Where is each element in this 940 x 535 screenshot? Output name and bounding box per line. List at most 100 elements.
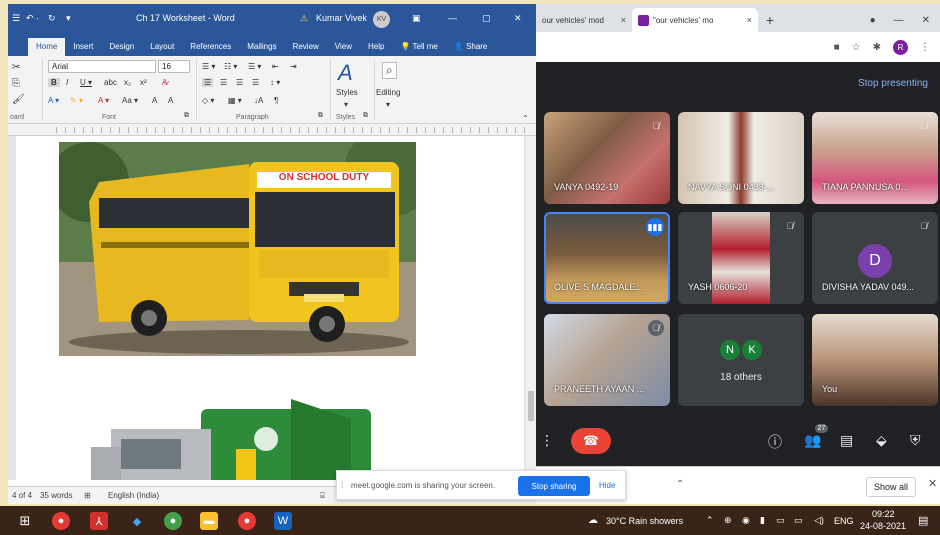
collapse-ribbon-icon[interactable]: ⌃ — [522, 114, 529, 123]
superscript-button[interactable]: x² — [140, 78, 147, 87]
tab-layout[interactable]: Layout — [142, 38, 182, 56]
participant-tile[interactable]: 🎙̸ VANYA 0492-19 — [544, 112, 670, 204]
participant-tile[interactable]: 🎙̸ TIANA PANNUSA 0... — [812, 112, 938, 204]
user-name[interactable]: Kumar Vivek — [316, 13, 367, 23]
maximize-icon[interactable]: ▢ — [482, 13, 491, 24]
tab-review[interactable]: Review — [285, 38, 327, 56]
align-left-icon[interactable]: ☰ — [202, 78, 214, 87]
font-dialog-launcher-icon[interactable]: ⧉ — [184, 112, 189, 120]
network-icon[interactable]: ▭ — [776, 515, 785, 526]
stop-presenting-button[interactable]: Stop presenting — [858, 78, 928, 89]
tab-home[interactable]: Home — [28, 38, 66, 56]
tray-app-icon[interactable]: ◉ — [742, 515, 750, 526]
battery-icon[interactable]: ▮ — [760, 515, 765, 526]
document-page[interactable]: ON SCHOOL DUTY — [16, 136, 524, 480]
user-avatar[interactable]: KV — [373, 11, 390, 28]
vertical-scrollbar[interactable] — [526, 136, 536, 480]
bullets-icon[interactable]: ☰ ▾ — [202, 62, 215, 71]
participant-tile[interactable]: 🎙̸ D DIVISHA YADAV 049... — [812, 212, 938, 304]
end-call-button[interactable]: ☎ — [571, 428, 611, 454]
autosave-icon[interactable]: ☰ — [12, 13, 20, 24]
word-taskbar-icon[interactable]: W — [274, 512, 292, 530]
paragraph-dialog-launcher-icon[interactable]: ⧉ — [318, 112, 323, 120]
chat-app-icon[interactable]: ● — [164, 512, 182, 530]
page-count[interactable]: 4 of 4 — [12, 491, 32, 500]
strikethrough-button[interactable]: abc — [104, 78, 117, 87]
align-center-icon[interactable]: ☰ — [220, 78, 227, 87]
share-button[interactable]: 👤 Share — [446, 38, 496, 56]
close-icon[interactable]: ✕ — [922, 15, 930, 26]
browser-tab-active[interactable]: "our vehicles' mo × — [632, 8, 758, 32]
sort-icon[interactable]: ↓A — [254, 96, 263, 105]
chat-icon[interactable]: ▤ — [840, 432, 853, 449]
editing-button-label[interactable]: Editing — [376, 88, 400, 97]
editing-dropdown-icon[interactable]: ▾ — [386, 100, 390, 109]
font-size-box[interactable]: 16 — [158, 60, 190, 73]
decrease-indent-icon[interactable]: ⇤ — [272, 62, 279, 71]
numbering-icon[interactable]: ☷ ▾ — [224, 62, 237, 71]
format-painter-icon[interactable]: 🖌 — [12, 94, 25, 105]
justify-icon[interactable]: ☰ — [252, 78, 259, 87]
bold-button[interactable]: B — [48, 78, 60, 87]
tab-references[interactable]: References — [182, 38, 239, 56]
align-right-icon[interactable]: ☰ — [236, 78, 243, 87]
browser-tab[interactable]: our vehicles' mod × — [536, 8, 632, 32]
bookmark-star-icon[interactable]: ☆ — [852, 42, 861, 53]
tell-me-search[interactable]: 💡 Tell me — [392, 38, 445, 56]
language-indicator[interactable]: ENG — [834, 516, 854, 526]
close-icon[interactable]: ✕ — [514, 13, 522, 24]
subscript-button[interactable]: x₂ — [124, 78, 131, 87]
self-tile[interactable]: You — [812, 314, 938, 406]
file-explorer-icon[interactable]: ▬ — [200, 512, 218, 530]
focus-mode-icon[interactable]: ⌸ — [320, 491, 325, 501]
copy-icon[interactable]: ⎘ — [12, 78, 20, 89]
school-bus-image[interactable]: ON SCHOOL DUTY — [59, 142, 416, 356]
pdf-app-icon[interactable]: ⅄ — [90, 512, 108, 530]
proofing-icon[interactable]: ⊞ — [84, 491, 91, 500]
chrome-menu-icon[interactable]: ⋮ — [920, 42, 930, 53]
multilevel-list-icon[interactable]: ☰ ▾ — [248, 62, 261, 71]
tab-close-icon[interactable]: × — [747, 15, 752, 25]
participant-tile[interactable]: NAVYA SONI 0433-... — [678, 112, 804, 204]
notification-icon[interactable]: ▤ — [918, 514, 928, 527]
highlight-icon[interactable]: ✎ ▾ — [70, 96, 83, 105]
chevron-up-icon[interactable]: ⌃ — [676, 479, 684, 490]
styles-dropdown-icon[interactable]: ▾ — [344, 100, 348, 109]
borders-icon[interactable]: ▦ ▾ — [228, 96, 242, 105]
profile-avatar[interactable]: R — [893, 39, 908, 55]
tab-mailings[interactable]: Mailings — [239, 38, 284, 56]
participant-tile[interactable]: 🎙̸ PRANEETH AYAAN ... — [544, 314, 670, 406]
word-count[interactable]: 35 words — [40, 491, 72, 500]
volume-icon[interactable]: ◁) — [814, 515, 824, 526]
tab-close-icon[interactable]: × — [621, 15, 626, 25]
clock-time[interactable]: 09:22 — [872, 509, 895, 519]
font-color-icon[interactable]: A ▾ — [98, 96, 109, 105]
garbage-truck-image[interactable] — [91, 399, 376, 480]
qat-more-icon[interactable]: ▾ — [66, 13, 71, 24]
ribbon-display-icon[interactable]: ▣ — [412, 13, 421, 24]
hide-button[interactable]: Hide — [599, 481, 615, 490]
cut-icon[interactable]: ✂ — [12, 62, 20, 73]
grow-font-icon[interactable]: A — [152, 96, 157, 105]
minimize-icon[interactable]: — — [448, 13, 457, 23]
weather-text[interactable]: 30°C Rain showers — [606, 516, 683, 526]
chrome-taskbar-icon[interactable]: ● — [52, 512, 70, 530]
participant-tile-speaking[interactable]: ▮▮▮ OLIVE S MAGDALE... — [544, 212, 670, 304]
change-case-icon[interactable]: Aa ▾ — [122, 96, 138, 105]
tray-chevron-icon[interactable]: ⌃ — [706, 515, 714, 526]
search-icon[interactable]: ⌕ — [382, 62, 397, 79]
windows-start-icon[interactable]: ⊞ — [16, 512, 34, 530]
font-name-box[interactable]: Arial — [48, 60, 156, 73]
undo-icon[interactable]: ↶ · — [26, 13, 39, 24]
tab-design[interactable]: Design — [101, 38, 142, 56]
language-indicator[interactable]: English (India) — [108, 491, 159, 500]
weather-icon[interactable]: ☁ — [588, 515, 598, 526]
clock-date[interactable]: 24-08-2021 — [860, 521, 906, 531]
meeting-details-icon[interactable]: ⓘ — [768, 432, 782, 452]
styles-icon[interactable]: A — [338, 60, 353, 86]
others-tile[interactable]: N K 18 others — [678, 314, 804, 406]
drag-handle-icon[interactable]: ⁞ — [341, 480, 344, 490]
text-effects-icon[interactable]: A ▾ — [48, 96, 59, 105]
camera-icon[interactable]: ■ — [834, 42, 840, 53]
underline-button[interactable]: U ▾ — [80, 78, 92, 87]
